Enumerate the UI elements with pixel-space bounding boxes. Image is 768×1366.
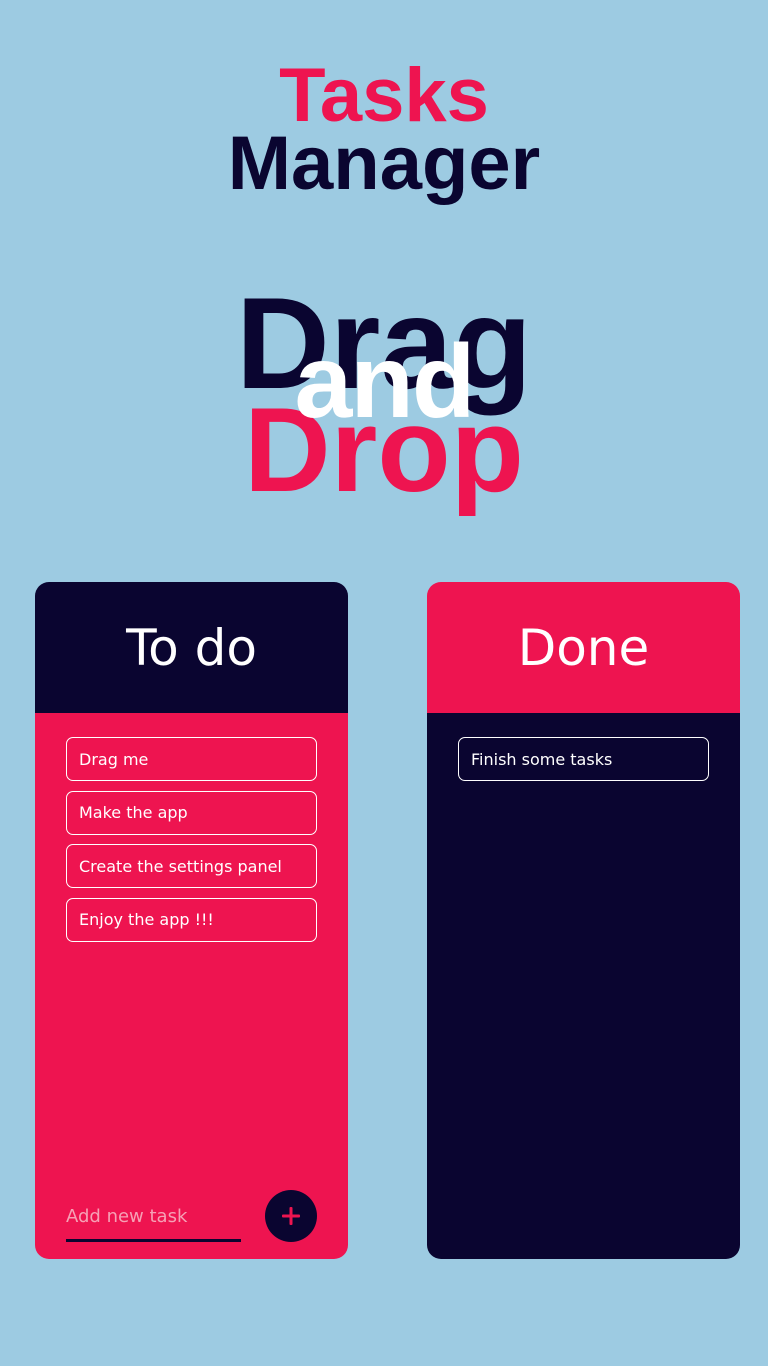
done-task-list[interactable]: Finish some tasks bbox=[427, 713, 740, 1259]
task-card[interactable]: Create the settings panel bbox=[66, 844, 317, 888]
todo-task-list[interactable]: Drag me Make the app Create the settings… bbox=[35, 713, 348, 1259]
todo-panel: To do Drag me Make the app Create the se… bbox=[35, 582, 348, 1259]
done-panel: Done Finish some tasks bbox=[427, 582, 740, 1259]
hero-logo: Drag Drop and bbox=[0, 278, 768, 518]
task-card[interactable]: Finish some tasks bbox=[458, 737, 709, 781]
add-task-button[interactable] bbox=[265, 1190, 317, 1242]
title-line-manager: Manager bbox=[227, 121, 541, 206]
task-card[interactable]: Drag me bbox=[66, 737, 317, 781]
done-panel-header: Done bbox=[427, 582, 740, 713]
app-title: Tasks Manager bbox=[0, 58, 768, 202]
add-task-row bbox=[66, 1190, 317, 1242]
plus-icon bbox=[282, 1207, 300, 1225]
add-task-input[interactable] bbox=[66, 1202, 241, 1242]
done-panel-title: Done bbox=[517, 618, 650, 677]
task-card[interactable]: Make the app bbox=[66, 790, 317, 835]
todo-panel-title: To do bbox=[126, 618, 257, 677]
task-card[interactable]: Enjoy the app !!! bbox=[66, 897, 317, 942]
hero-word-and: and bbox=[294, 324, 476, 440]
todo-panel-header: To do bbox=[35, 582, 348, 713]
